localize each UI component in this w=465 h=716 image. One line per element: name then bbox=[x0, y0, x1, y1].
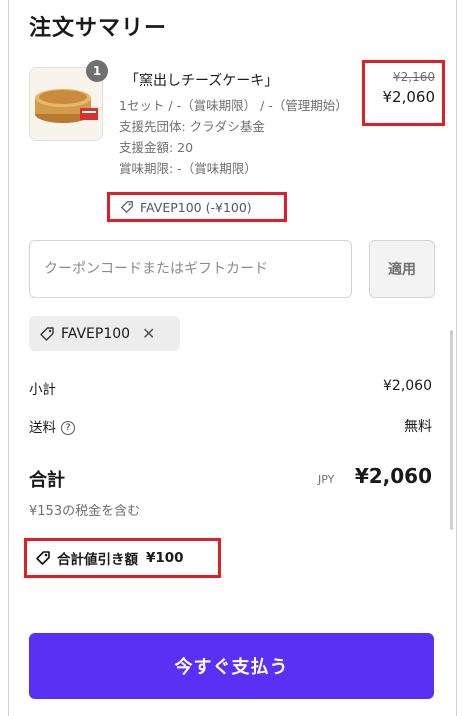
item-price: ¥2,060 bbox=[382, 88, 436, 106]
page-title: 注文サマリー bbox=[29, 16, 168, 41]
tag-icon bbox=[36, 551, 50, 565]
shipping-row: 送料? bbox=[29, 416, 75, 436]
subtotal-value: ¥2,060 bbox=[383, 378, 432, 394]
product-variant: 1セット / -（賞味期限） / -（管理期始） bbox=[119, 98, 348, 113]
item-discount-code: FAVEP100 (-¥100) bbox=[140, 199, 252, 215]
tag-icon bbox=[121, 201, 133, 213]
original-price: ¥2,160 bbox=[393, 70, 435, 84]
product-name: 「窯出しチーズケーキ」 bbox=[125, 73, 279, 89]
quantity-badge: 1 bbox=[86, 60, 108, 82]
applied-coupon-code: FAVEP100 bbox=[61, 325, 131, 342]
tax-note: ¥153の税金を含む bbox=[29, 504, 141, 519]
total-value: ¥2,060 bbox=[354, 464, 432, 488]
item-discount-tag: FAVEP100 (-¥100) bbox=[107, 192, 287, 222]
applied-coupon-chip: FAVEP100 ✕ bbox=[29, 316, 180, 351]
remove-coupon-icon[interactable]: ✕ bbox=[142, 324, 155, 343]
apply-button[interactable]: 適用 bbox=[369, 240, 435, 298]
shipping-label: 送料 bbox=[29, 420, 56, 436]
product-details: 1セット / -（賞味期限） / -（管理期始） 支援先団体: クラダシ基金 支… bbox=[119, 95, 349, 179]
help-icon[interactable]: ? bbox=[61, 421, 75, 435]
pay-now-button[interactable]: 今すぐ支払う bbox=[29, 633, 434, 699]
subtotal-label: 小計 bbox=[29, 382, 56, 398]
coupon-input[interactable] bbox=[29, 240, 352, 298]
total-label: 合計 bbox=[29, 470, 65, 491]
shipping-value: 無料 bbox=[404, 419, 432, 435]
support-group: 支援先団体: クラダシ基金 bbox=[119, 119, 265, 134]
order-summary-panel: 注文サマリー 1 「窯出しチーズケーキ」 1セット / -（賞味期限） / -（… bbox=[8, 0, 457, 716]
currency-code: JPY bbox=[318, 473, 335, 486]
scrollbar[interactable] bbox=[450, 330, 453, 530]
total-discount: 合計値引き額 ¥100 bbox=[24, 538, 221, 578]
price-box: ¥2,160 ¥2,060 bbox=[362, 60, 445, 126]
total-discount-value: ¥100 bbox=[146, 550, 184, 566]
tag-icon bbox=[40, 326, 54, 341]
support-amount: 支援金額: 20 bbox=[119, 140, 194, 155]
total-discount-label: 合計値引き額 bbox=[57, 552, 138, 568]
expiry-date: 賞味期限: -（賞味期限） bbox=[119, 161, 257, 176]
